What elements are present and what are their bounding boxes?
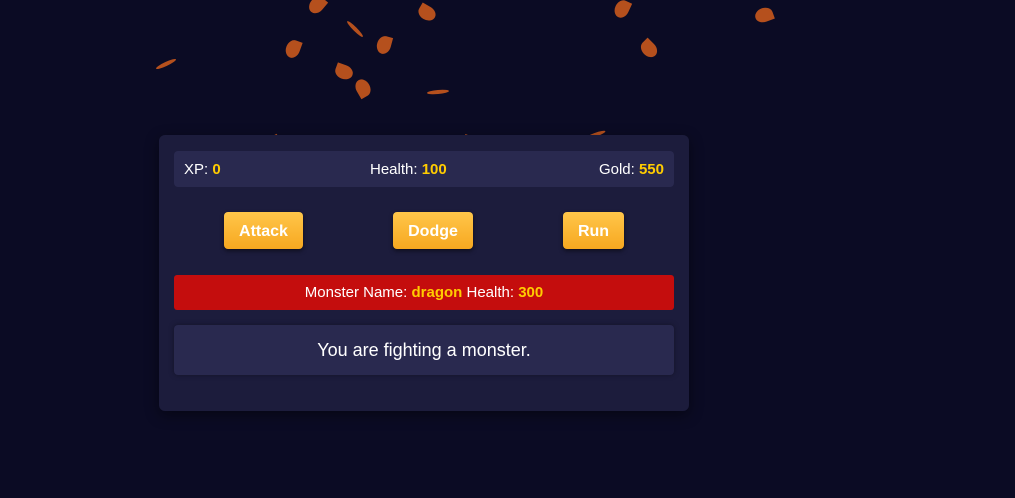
attack-button[interactable]: Attack	[224, 212, 303, 249]
dodge-button[interactable]: Dodge	[393, 212, 473, 249]
leaf-icon	[305, 0, 329, 17]
leaf-icon	[333, 62, 355, 82]
xp-stat: XP: 0	[184, 161, 221, 178]
message-text: You are fighting a monster.	[174, 325, 674, 375]
leaf-icon	[415, 2, 439, 24]
monster-health-label: Health:	[466, 284, 515, 301]
leaf-icon	[753, 5, 775, 25]
xp-value: 0	[212, 161, 221, 178]
leaf-icon	[283, 38, 303, 60]
gold-value: 550	[638, 161, 664, 178]
leaf-icon	[426, 89, 450, 95]
leaf-icon	[374, 34, 394, 56]
stats-bar: XP: 0 Health: 100 Gold: 550	[174, 151, 674, 187]
health-stat: Health: 100	[370, 161, 447, 178]
monster-name-label: Monster Name:	[304, 284, 408, 301]
leaf-icon	[352, 76, 374, 100]
game-screen: XP: 0 Health: 100 Gold: 550 Attack Dodge…	[0, 0, 1015, 498]
monster-stats-bar: Monster Name: dragon Health: 300	[174, 275, 674, 310]
health-value: 100	[421, 161, 447, 178]
xp-label: XP:	[184, 161, 209, 178]
leaf-icon	[155, 57, 177, 71]
leaf-icon	[637, 37, 661, 61]
game-panel: XP: 0 Health: 100 Gold: 550 Attack Dodge…	[159, 135, 689, 411]
leaf-icon	[345, 19, 365, 39]
gold-label: Gold:	[598, 161, 635, 178]
monster-health-value: 300	[518, 284, 544, 301]
run-button[interactable]: Run	[563, 212, 624, 249]
monster-name-value: dragon	[411, 284, 463, 301]
gold-stat: Gold: 550	[599, 161, 664, 178]
health-label: Health:	[370, 161, 418, 178]
leaf-icon	[611, 0, 633, 21]
